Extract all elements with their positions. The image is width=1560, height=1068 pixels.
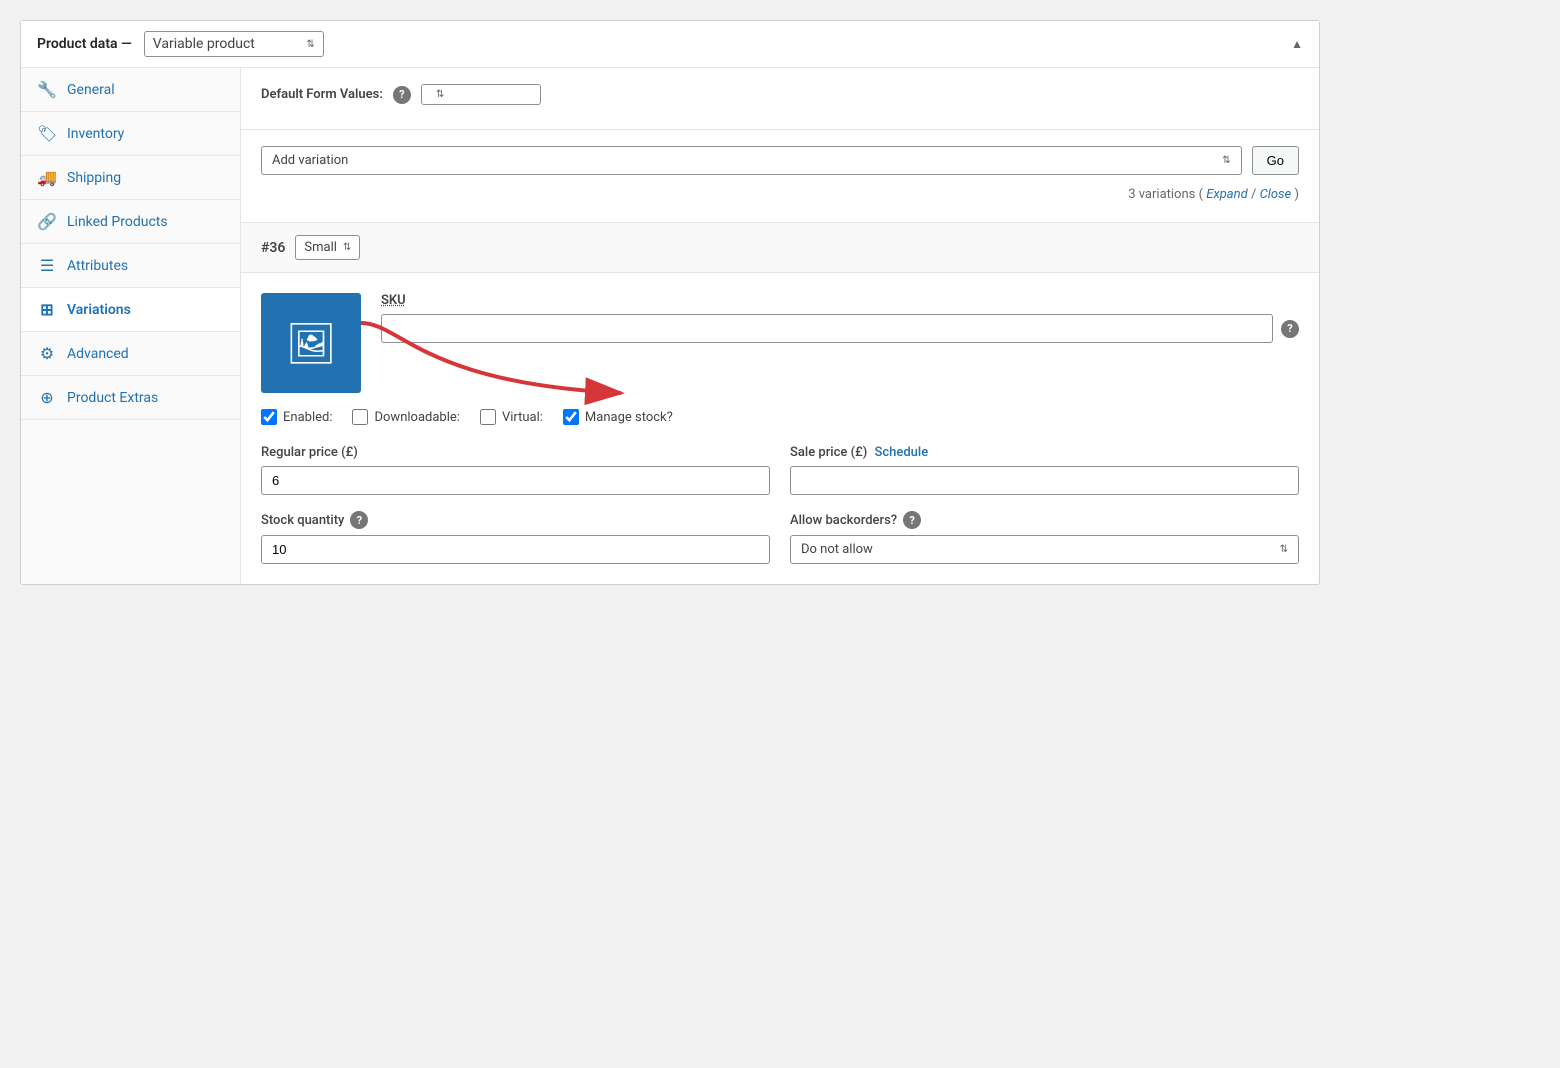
downloadable-checkbox-item[interactable]: Downloadable:: [352, 409, 459, 425]
sidebar-item-general[interactable]: 🔧 General: [21, 68, 240, 112]
add-variation-row: Add variation ⇅ Go: [261, 146, 1299, 175]
variation-detail: 🖼: [241, 273, 1319, 584]
default-form-values-row: Default Form Values: ? ⇅: [261, 84, 1299, 105]
checkboxes-row: Enabled: Downloadable: Virtual: Manage s…: [261, 409, 1299, 425]
price-row: Regular price (£) Sale price (£) Schedul…: [261, 445, 1299, 495]
plus-circle-icon: ⊕: [37, 388, 57, 407]
list-icon: ☰: [37, 256, 57, 275]
add-variation-arrows: ⇅: [1222, 155, 1230, 166]
sku-help-icon[interactable]: ?: [1281, 320, 1299, 338]
schedule-link[interactable]: Schedule: [875, 445, 929, 460]
product-data-panel: Product data — Variable product ⇅ ▲ 🔧 Ge…: [20, 20, 1320, 585]
variation-top: 🖼: [261, 293, 1299, 393]
regular-price-field: Regular price (£): [261, 445, 770, 495]
collapse-icon[interactable]: ▲: [1291, 37, 1303, 51]
regular-price-label: Regular price (£): [261, 445, 770, 460]
allow-backorders-field: Allow backorders? ? Do not allow ⇅: [790, 511, 1299, 564]
sale-price-input[interactable]: [790, 466, 1299, 495]
variation-size-value: Small: [304, 240, 337, 255]
virtual-checkbox-item[interactable]: Virtual:: [480, 409, 543, 425]
product-type-arrows: ⇅: [306, 39, 314, 50]
stock-row: Stock quantity ? Allow backorders? ? Do …: [261, 511, 1299, 564]
sidebar-item-variations[interactable]: ⊞ Variations: [21, 288, 240, 332]
sidebar-label-product-extras: Product Extras: [67, 390, 158, 406]
link-icon: 🔗: [37, 212, 57, 231]
sidebar-item-product-extras[interactable]: ⊕ Product Extras: [21, 376, 240, 420]
stock-quantity-input[interactable]: [261, 535, 770, 564]
sidebar-label-variations: Variations: [67, 302, 131, 318]
gear-icon: ⚙: [37, 344, 57, 363]
wrench-icon: 🔧: [37, 80, 57, 99]
default-form-help-icon[interactable]: ?: [393, 86, 411, 104]
panel-header: Product data — Variable product ⇅ ▲: [21, 21, 1319, 68]
product-type-label: Variable product: [153, 36, 255, 52]
truck-icon: 🚚: [37, 168, 57, 187]
default-form-values-label: Default Form Values:: [261, 87, 383, 102]
enabled-checkbox-item[interactable]: Enabled:: [261, 409, 332, 425]
sidebar-item-attributes[interactable]: ☰ Attributes: [21, 244, 240, 288]
virtual-label: Virtual:: [502, 410, 543, 425]
default-form-values-select[interactable]: ⇅: [421, 84, 541, 105]
close-link[interactable]: Close: [1260, 187, 1292, 202]
regular-price-input[interactable]: [261, 466, 770, 495]
add-variation-option: Add variation: [272, 153, 348, 168]
enabled-checkbox[interactable]: [261, 409, 277, 425]
downloadable-label: Downloadable:: [374, 410, 459, 425]
backorders-arrows: ⇅: [1280, 544, 1288, 555]
sidebar-label-linked-products: Linked Products: [67, 214, 168, 230]
tag-icon: 🏷: [37, 124, 57, 143]
variations-count: 3 variations ( Expand / Close ): [261, 183, 1299, 206]
sidebar-label-advanced: Advanced: [67, 346, 129, 362]
stock-quantity-field: Stock quantity ?: [261, 511, 770, 564]
sale-price-field: Sale price (£) Schedule: [790, 445, 1299, 495]
backorders-help-icon[interactable]: ?: [903, 511, 921, 529]
sidebar-item-advanced[interactable]: ⚙ Advanced: [21, 332, 240, 376]
panel-title: Product data —: [37, 36, 132, 52]
manage-stock-label: Manage stock?: [585, 410, 673, 425]
variation-item-header: #36 Small ⇅: [241, 223, 1319, 273]
sidebar-label-attributes: Attributes: [67, 258, 128, 274]
virtual-checkbox[interactable]: [480, 409, 496, 425]
sku-input[interactable]: [381, 314, 1273, 343]
main-content: Default Form Values: ? ⇅ Add variation ⇅…: [241, 68, 1319, 584]
backorders-select[interactable]: Do not allow ⇅: [790, 535, 1299, 564]
variation-size-select[interactable]: Small ⇅: [295, 235, 360, 260]
backorders-value: Do not allow: [801, 542, 873, 557]
sidebar-label-general: General: [67, 82, 115, 98]
panel-body: 🔧 General 🏷 Inventory 🚚 Shipping 🔗 Linke…: [21, 68, 1319, 584]
stock-quantity-help-icon[interactable]: ?: [350, 511, 368, 529]
manage-stock-checkbox[interactable]: [563, 409, 579, 425]
expand-link[interactable]: Expand: [1206, 187, 1247, 202]
variation-sku-section: SKU ?: [381, 293, 1299, 393]
sidebar: 🔧 General 🏷 Inventory 🚚 Shipping 🔗 Linke…: [21, 68, 241, 584]
sku-label: SKU: [381, 293, 1299, 308]
default-form-select-arrows: ⇅: [436, 89, 444, 100]
variation-number: #36: [261, 240, 285, 256]
sidebar-item-inventory[interactable]: 🏷 Inventory: [21, 112, 240, 156]
go-button[interactable]: Go: [1252, 146, 1299, 175]
add-variation-section: Add variation ⇅ Go 3 variations ( Expand…: [241, 130, 1319, 223]
allow-backorders-label: Allow backorders? ?: [790, 511, 1299, 529]
enabled-label: Enabled:: [283, 410, 332, 425]
add-variation-select[interactable]: Add variation ⇅: [261, 146, 1242, 175]
sidebar-label-inventory: Inventory: [67, 126, 124, 142]
grid-icon: ⊞: [37, 300, 57, 319]
default-form-values-section: Default Form Values: ? ⇅: [241, 68, 1319, 130]
sidebar-item-linked-products[interactable]: 🔗 Linked Products: [21, 200, 240, 244]
sidebar-item-shipping[interactable]: 🚚 Shipping: [21, 156, 240, 200]
variation-size-arrows: ⇅: [343, 242, 351, 253]
manage-stock-checkbox-item[interactable]: Manage stock?: [563, 409, 673, 425]
sale-price-label: Sale price (£) Schedule: [790, 445, 1299, 460]
downloadable-checkbox[interactable]: [352, 409, 368, 425]
sidebar-label-shipping: Shipping: [67, 170, 121, 186]
variation-image[interactable]: 🖼: [261, 293, 361, 393]
stock-quantity-label: Stock quantity ?: [261, 511, 770, 529]
product-type-select[interactable]: Variable product ⇅: [144, 31, 324, 57]
image-placeholder-icon: 🖼: [286, 320, 337, 367]
